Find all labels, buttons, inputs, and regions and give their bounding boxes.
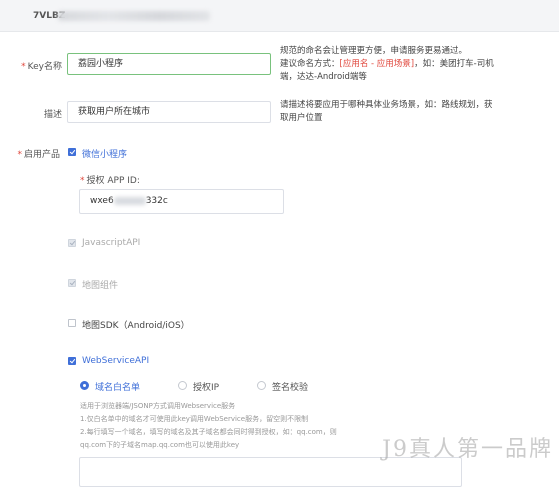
map-component-label: 地图组件 [82,281,119,291]
description-hint: 请描述将要应用于哪种具体业务场景，如：路线规划，获 取用户位置 [280,100,493,123]
watermark-text: J9真人第一品牌 [382,437,553,462]
map-component-checkbox[interactable] [68,279,76,287]
key-name-label: * Key名称 [21,62,62,72]
webservice-note: 适用于浏览器端/JSONP方式调用Webservice服务 1.仅白名单中的域名… [80,402,337,449]
required-mark: * [80,176,85,186]
webservice-api-checkbox[interactable] [68,357,76,365]
description-input[interactable]: 获取用户所在城市 [67,101,271,123]
products-label: * 启用产品 [17,150,60,160]
auth-ip-radio[interactable] [178,381,187,390]
key-header-bar: 7VLBZ [0,0,559,32]
wechat-miniprogram-checkbox[interactable] [68,148,76,156]
appid-input[interactable]: wxe6 332c [79,189,284,214]
javascript-api-label: JavascriptAPI [82,238,141,248]
signature-label: 签名校验 [272,383,309,393]
map-sdk-label: 地图SDK（Android/iOS） [82,321,190,331]
map-sdk-checkbox[interactable] [68,319,76,327]
appid-label: * 授权 APP ID: [80,176,140,186]
required-mark: * [21,62,26,72]
appid-redacted [113,196,146,205]
key-name-hint: 规范的命名会让管理更方便，申请服务更易通过。 建议命名方式：[应用名 - 应用场… [280,46,494,82]
javascript-api-checkbox[interactable] [68,239,76,247]
required-mark: * [17,150,22,160]
wechat-miniprogram-label: 微信小程序 [82,150,128,160]
webservice-api-label: WebServiceAPI [82,356,150,366]
domain-whitelist-label: 域名白名单 [95,383,141,393]
auth-ip-label: 授权IP [193,383,220,393]
key-name-input[interactable]: 荔园小程序 [67,53,271,75]
signature-radio[interactable] [257,381,266,390]
key-id-redacted [58,11,210,21]
description-label: 描述 [43,110,62,120]
domain-whitelist-radio[interactable] [80,381,89,390]
